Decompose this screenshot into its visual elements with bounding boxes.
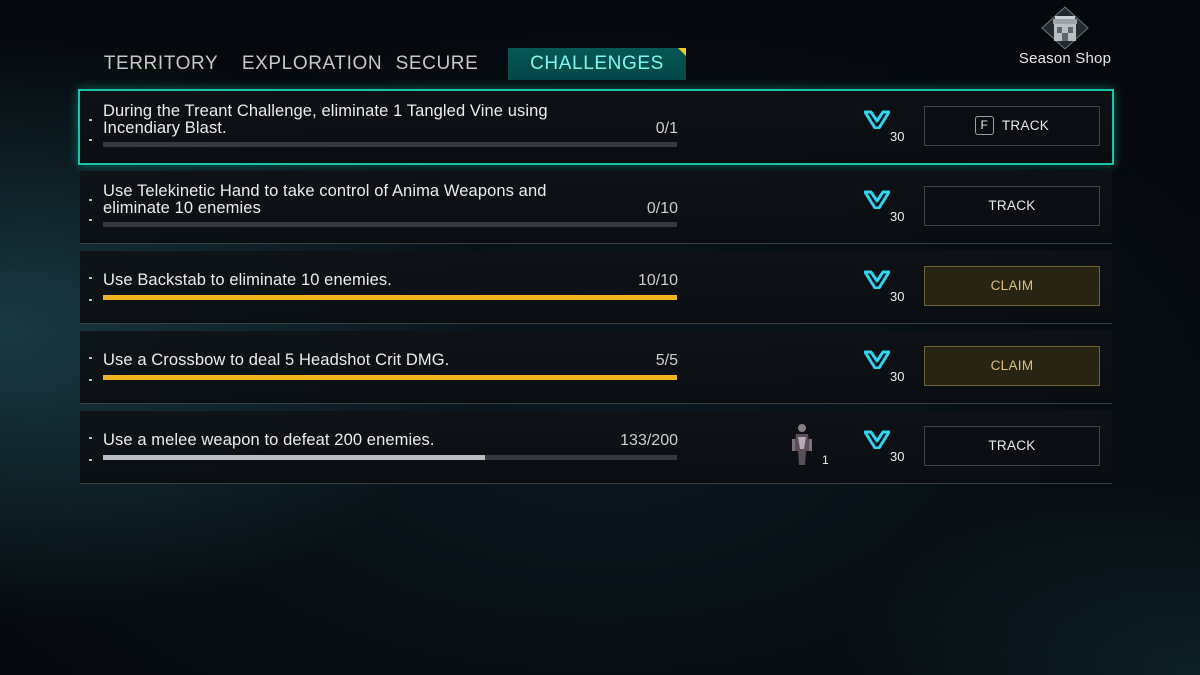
claim-button[interactable]: CLAIM [924, 346, 1100, 386]
challenge-progress-bar [103, 375, 677, 380]
challenge-row[interactable]: Use Backstab to eliminate 10 enemies. 10… [80, 251, 1112, 324]
challenge-progress-bar [103, 295, 677, 300]
challenge-progress-count: 133/200 [620, 432, 678, 449]
reward-slot: 30 [850, 259, 910, 317]
challenge-description: Use a melee weapon to defeat 200 enemies… [103, 431, 435, 449]
challenge-description: Use a Crossbow to deal 5 Headshot Crit D… [103, 351, 450, 369]
challenge-progress-count: 5/5 [655, 352, 678, 369]
tab-secure[interactable]: SECURE [372, 48, 502, 80]
reward-amount: 30 [890, 289, 905, 304]
season-shop-button[interactable]: Season Shop [1006, 6, 1124, 67]
season-currency-icon [864, 190, 890, 209]
track-button[interactable]: TRACK [924, 186, 1100, 226]
season-currency-icon [864, 110, 890, 129]
season-shop-label: Season Shop [1018, 50, 1112, 67]
challenge-row[interactable]: Use a melee weapon to defeat 200 enemies… [80, 411, 1112, 484]
item-reward-slot: 1 [774, 419, 834, 477]
claim-button[interactable]: CLAIM [924, 266, 1100, 306]
challenge-row[interactable]: Use a Crossbow to deal 5 Headshot Crit D… [80, 331, 1112, 404]
character-figure-icon [792, 424, 812, 465]
reward-amount: 30 [890, 129, 905, 144]
reward-amount: 30 [890, 449, 905, 464]
challenge-progress-bar [103, 222, 677, 227]
season-currency-icon [864, 430, 890, 449]
challenge-row[interactable]: During the Treant Challenge, eliminate 1… [78, 89, 1114, 165]
challenge-progress-count: 0/10 [646, 200, 678, 217]
challenge-progress-count: 0/1 [655, 120, 678, 137]
challenge-progress-count: 10/10 [637, 272, 678, 289]
challenge-description: During the Treant Challenge, eliminate 1… [103, 102, 548, 137]
challenge-progress-bar [103, 142, 677, 147]
challenge-progress-bar [103, 455, 677, 460]
reward-amount: 30 [890, 209, 905, 224]
hotkey-badge: F [974, 115, 994, 135]
item-reward-amount: 1 [822, 453, 829, 467]
season-currency-icon [864, 270, 890, 289]
shop-building-icon [1041, 6, 1089, 50]
tab-exploration[interactable]: EXPLORATION [240, 48, 384, 80]
reward-slot: 30 [850, 339, 910, 397]
challenge-description: Use Backstab to eliminate 10 enemies. [103, 271, 392, 289]
season-currency-icon [864, 350, 890, 369]
track-button[interactable]: F TRACK [924, 106, 1100, 146]
track-button[interactable]: TRACK [924, 426, 1100, 466]
challenge-row[interactable]: Use Telekinetic Hand to take control of … [80, 171, 1112, 244]
reward-slot: 30 [850, 99, 910, 157]
reward-slot: 30 [850, 419, 910, 477]
challenge-description: Use Telekinetic Hand to take control of … [103, 182, 547, 217]
reward-slot: 30 [850, 179, 910, 237]
tab-challenges[interactable]: CHALLENGES [508, 48, 686, 80]
tab-territory[interactable]: TERRITORY [82, 48, 240, 80]
tab-bar: TERRITORY EXPLORATION SECURE CHALLENGES [82, 48, 686, 80]
reward-amount: 30 [890, 369, 905, 384]
